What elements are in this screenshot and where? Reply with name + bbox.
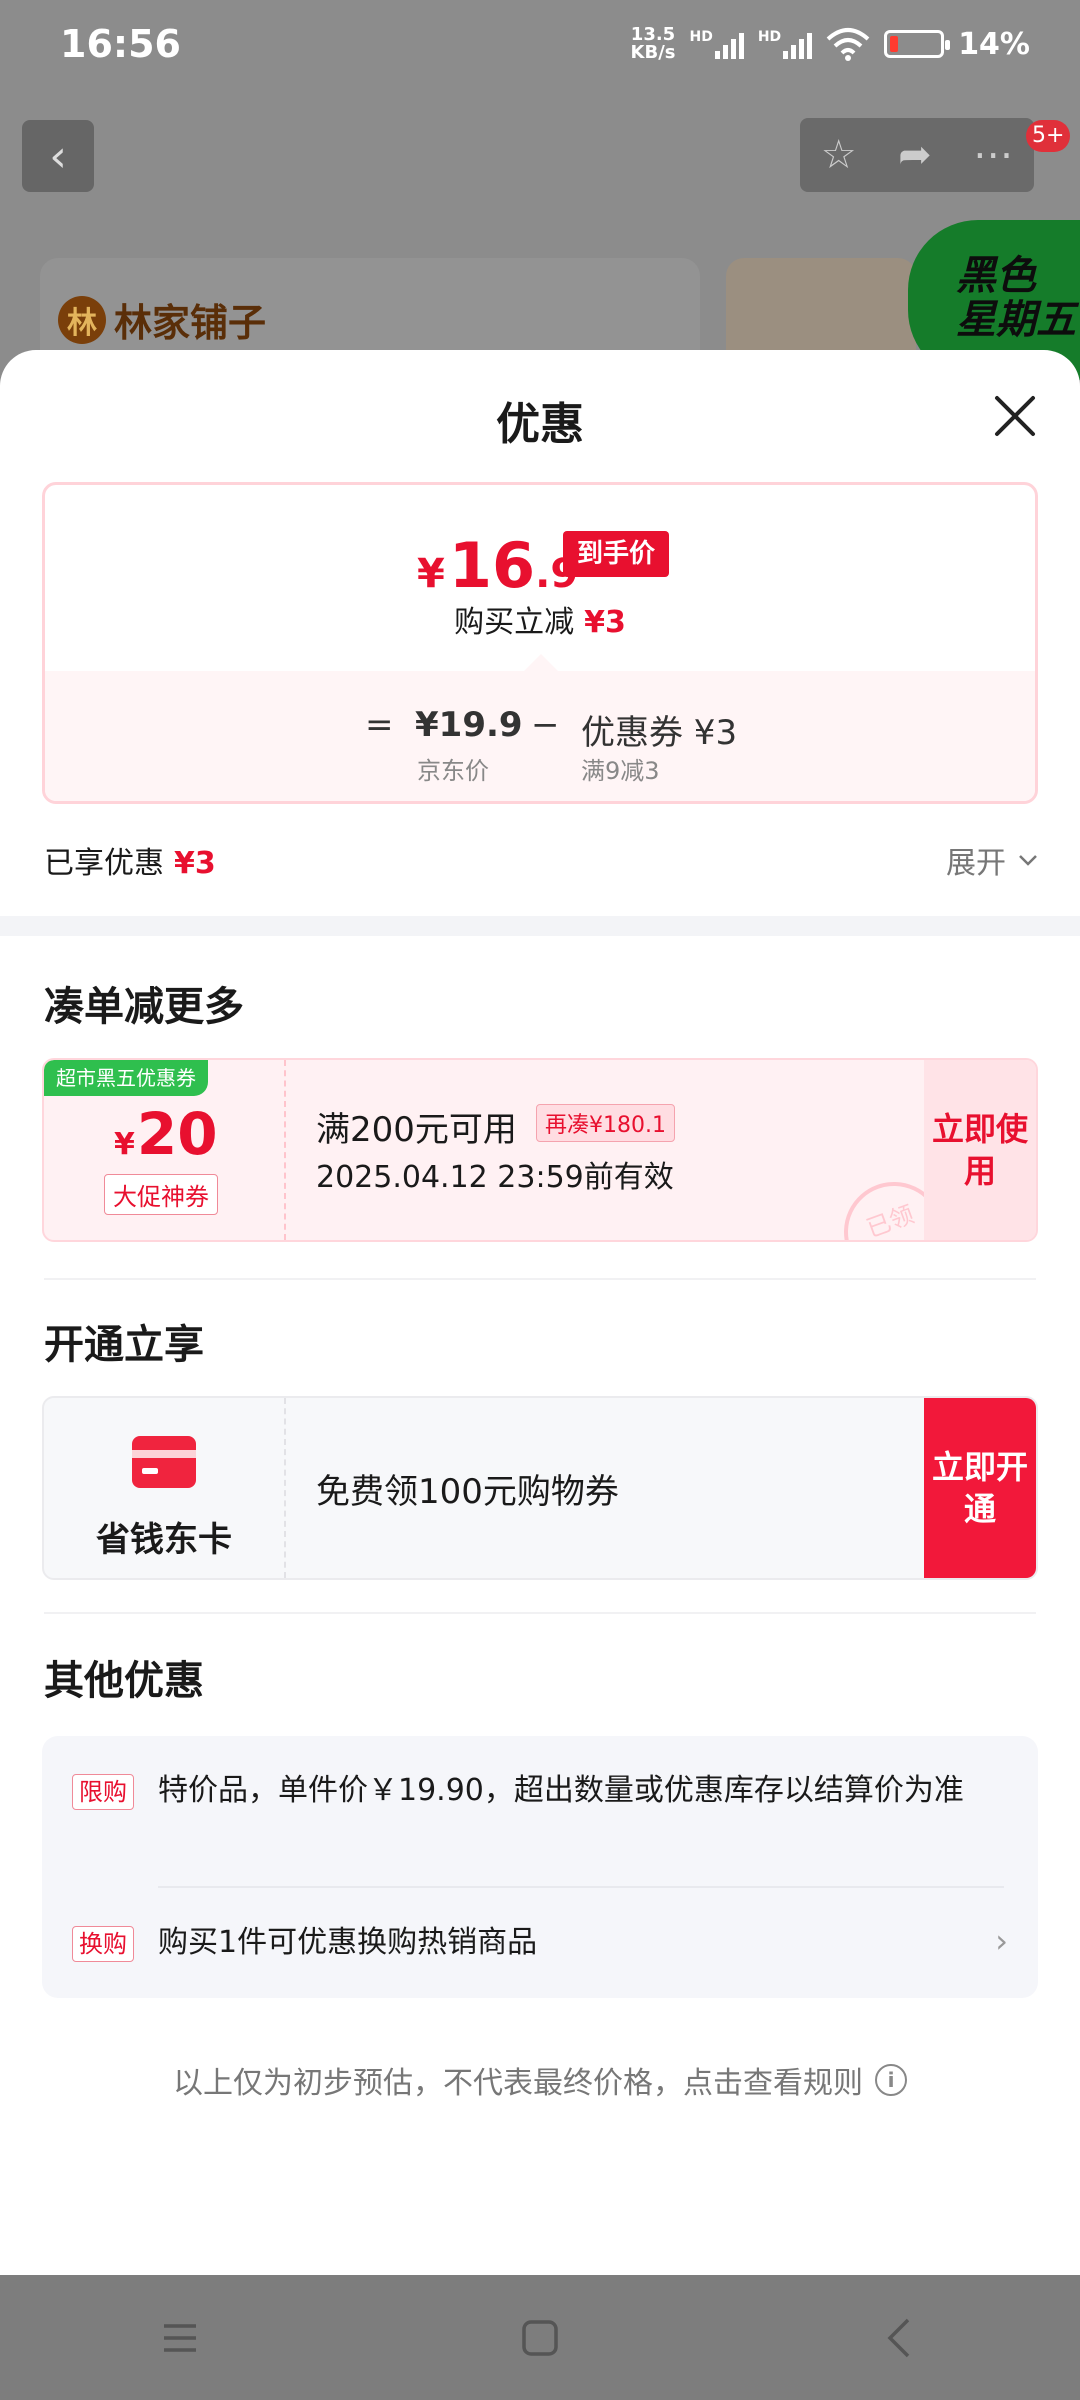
minus-sign: − [531,705,560,745]
divider [44,1612,1036,1614]
signal-icon-1: HD [690,29,744,59]
divider [44,1278,1036,1280]
star-icon: ☆ [820,132,857,178]
card-description: 免费领100元购物券 [316,1472,619,1512]
coupon-rule: 满9减3 [581,757,660,785]
final-price-tag: 到手价 [563,531,669,577]
battery-icon [884,30,951,58]
close-button[interactable] [985,386,1045,446]
final-price: ¥ 16 .9 [417,529,579,602]
signal-icon-2: HD [758,29,813,59]
coupon-amount: ¥ 20 [114,1100,218,1168]
expand-button[interactable]: 展开 [946,838,1040,882]
offer-tag: 限购 [72,1774,134,1810]
membership-card-offer: 省钱东卡 免费领100元购物券 立即开通 [42,1396,1038,1580]
coupon-deduction: 优惠券 ¥3 [581,713,738,753]
coupon-tag: 超市黑五优惠券 [44,1060,208,1096]
instant-reduction: 购买立减 ¥3 [454,605,626,640]
close-icon [995,396,1035,436]
open-card-button[interactable]: 立即开通 [924,1398,1036,1578]
section-title-more: 凑单减更多 [44,984,244,1030]
back-icon [887,2318,910,2357]
message-badge: 5+ [1026,120,1071,152]
back-button: ‹ [22,120,94,192]
network-speed: 13.5 KB/s [630,24,676,63]
more-icon: ⋯ [973,132,1014,178]
chevron-down-icon [1019,855,1037,866]
base-price-label: 京东价 [417,757,489,785]
enjoyed-discount: 已享优惠 ¥3 [44,846,216,881]
brand-seal-icon: 林 [58,295,106,344]
back-nav-button[interactable] [840,2298,960,2378]
coupon-label: 大促神券 [104,1174,218,1215]
coupon-card: 超市黑五优惠券 ¥ 20 大促神券 满200元可用 再凑¥180.1 2025.… [42,1058,1038,1242]
card-icon [132,1436,196,1488]
section-title-other: 其他优惠 [44,1658,204,1704]
wifi-icon [826,28,870,61]
menu-button[interactable] [120,2298,240,2378]
discount-sheet: 优惠 ¥ 16 .9 到手价 购买立减 ¥3 = ¥19.9 − 优惠券 ¥3 京… [0,350,1080,2275]
price-summary: ¥ 16 .9 到手价 购买立减 ¥3 = ¥19.9 − 优惠券 ¥3 京东价 … [42,482,1038,804]
menu-icon [164,2323,196,2352]
offer-tag: 换购 [72,1926,134,1962]
use-coupon-button[interactable]: 立即使用 [924,1060,1036,1240]
equals-sign: = [365,705,394,745]
status-indicators: 13.5 KB/s HD HD 14% [631,26,1030,62]
other-offers: 限购 特价品，单件价￥19.90，超出数量或优惠库存以结算价为准 换购 购买1件… [42,1736,1038,1998]
share-icon: ➦ [898,132,932,178]
offer-text: 购买1件可优惠换购热销商品 [158,1925,538,1960]
chevron-right-icon: › [995,1922,1008,1960]
rules-link[interactable]: 以上仅为初步预估，不代表最终价格，点击查看规则 i [0,2058,1080,2102]
status-bar: 16:56 13.5 KB/s HD HD 14% [0,0,1080,90]
sheet-title: 优惠 [496,399,584,450]
battery-percent: 14% [958,26,1030,62]
brand-logo: 林 林家铺子 [58,292,266,347]
coupon-remaining: 再凑¥180.1 [536,1104,675,1142]
system-nav-bar [0,2275,1080,2400]
home-square-icon [522,2319,558,2356]
offer-text: 特价品，单件价￥19.90，超出数量或优惠库存以结算价为准 [158,1773,964,1808]
card-name: 省钱东卡 [96,1520,232,1560]
home-button[interactable] [480,2298,600,2378]
top-actions: ☆ ➦ ⋯ [800,118,1034,192]
info-icon: i [875,2064,907,2096]
section-divider [0,916,1080,936]
status-time: 16:56 [60,22,181,66]
section-title-card: 开通立享 [44,1322,204,1368]
base-price: ¥19.9 [415,705,523,745]
coupon-expiry: 2025.04.12 23:59前有效 [316,1160,674,1195]
coupon-condition: 满200元可用 [316,1110,517,1150]
